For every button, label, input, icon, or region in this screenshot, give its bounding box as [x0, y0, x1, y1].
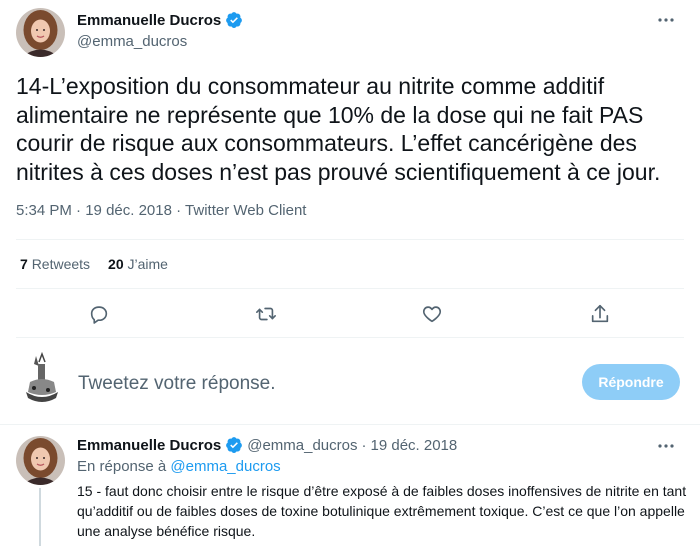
divider	[16, 288, 684, 289]
tweet-meta: 5:34 PM · 19 déc. 2018 · Twitter Web Cli…	[16, 202, 306, 219]
author-handle[interactable]: @emma_ducros	[77, 33, 187, 50]
author-avatar[interactable]	[16, 8, 65, 57]
reply-tweet: Emmanuelle Ducros @emma_ducros · 19 déc.…	[0, 426, 700, 546]
author-name[interactable]: Emmanuelle Ducros	[77, 437, 221, 454]
tweet-stats: 7 Retweets 20 J’aime	[20, 256, 168, 272]
divider	[0, 424, 700, 425]
reply-tweet-header: Emmanuelle Ducros @emma_ducros · 19 déc.…	[77, 436, 457, 454]
meta-separator: ·	[361, 436, 367, 454]
meta-separator: ·	[76, 202, 82, 219]
likes-count: 20	[108, 256, 124, 272]
divider	[16, 239, 684, 240]
likes-stat[interactable]: 20 J’aime	[108, 256, 168, 272]
tweet-time[interactable]: 5:34 PM	[16, 202, 72, 219]
verified-badge-icon	[226, 437, 243, 453]
tweet-text: 14-L’exposition du consommateur au nitri…	[16, 73, 661, 185]
heart-icon[interactable]	[418, 300, 446, 328]
verified-badge-icon	[226, 12, 243, 28]
thread-line	[39, 488, 41, 546]
more-icon[interactable]	[656, 10, 676, 35]
reply-icon[interactable]	[85, 300, 113, 328]
author-handle[interactable]: @emma_ducros	[247, 437, 357, 454]
in-reply-mention-link[interactable]: @emma_ducros	[170, 458, 280, 475]
tweet-text: 15 - faut donc choisir entre le risque d…	[77, 483, 687, 539]
retweets-label: Retweets	[31, 256, 91, 272]
author-avatar[interactable]	[16, 436, 65, 485]
reply-compose: Tweetez votre réponse. Répondre	[0, 340, 700, 422]
author-name[interactable]: Emmanuelle Ducros	[77, 12, 221, 29]
in-reply-prefix: En réponse à	[77, 458, 167, 475]
tweet-date[interactable]: 19 déc. 2018	[371, 437, 458, 454]
tweet-date[interactable]: 19 déc. 2018	[85, 202, 172, 219]
share-icon[interactable]	[586, 300, 614, 328]
more-icon[interactable]	[656, 436, 676, 461]
retweet-icon[interactable]	[252, 300, 280, 328]
likes-label: J’aime	[127, 256, 168, 272]
user-avatar[interactable]	[20, 351, 64, 406]
author-name-row: Emmanuelle Ducros	[77, 11, 243, 29]
meta-separator: ·	[176, 202, 182, 219]
tweet-actions	[0, 300, 700, 328]
reply-button[interactable]: Répondre	[582, 364, 680, 400]
reply-input[interactable]: Tweetez votre réponse.	[78, 373, 276, 395]
retweets-count: 7	[20, 256, 28, 272]
divider	[16, 337, 684, 338]
retweets-stat[interactable]: 7 Retweets	[20, 256, 90, 272]
in-reply-to: En réponse à @emma_ducros	[77, 458, 281, 475]
tweet-source[interactable]: Twitter Web Client	[185, 202, 306, 219]
